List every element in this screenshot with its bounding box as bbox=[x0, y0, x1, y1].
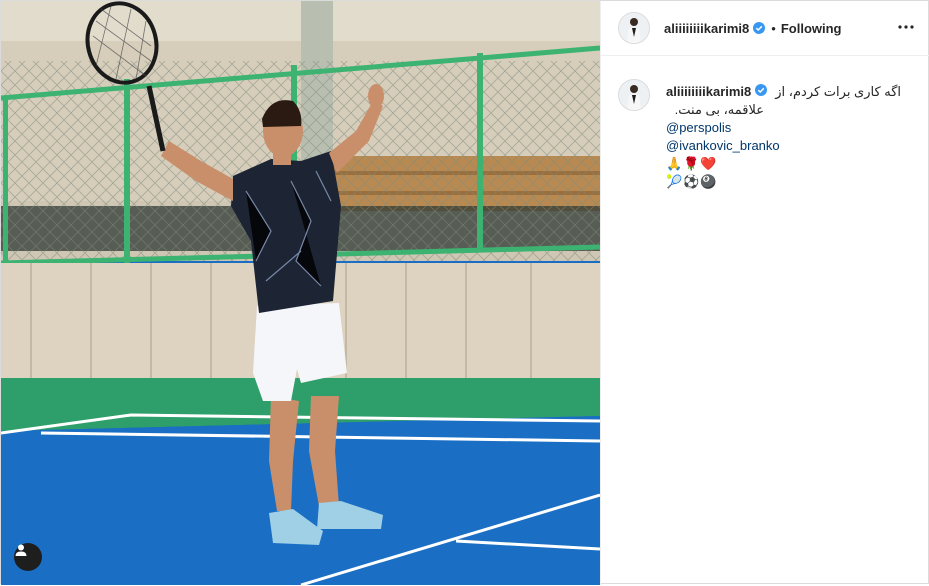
tag-user-icon bbox=[15, 544, 27, 556]
caption-text-line-1: اگه کاری برات کردم، از bbox=[775, 84, 902, 99]
post-image[interactable] bbox=[1, 1, 600, 585]
more-options-button[interactable] bbox=[894, 15, 918, 39]
profile-photo-icon bbox=[619, 80, 649, 110]
caption-emoji-line-1: 🙏🌹❤️ bbox=[666, 156, 718, 171]
separator-dot: • bbox=[771, 20, 776, 36]
caption-username-link[interactable]: aliiiiiiiikarimi8 bbox=[666, 83, 751, 101]
caption-avatar[interactable] bbox=[618, 79, 650, 111]
verified-badge-icon bbox=[753, 22, 766, 34]
mention-link-perspolis[interactable]: @perspolis bbox=[666, 119, 916, 137]
more-options-icon bbox=[898, 25, 914, 29]
profile-photo-icon bbox=[619, 13, 649, 43]
tennis-photo-illustration bbox=[1, 1, 600, 585]
avatar[interactable] bbox=[618, 12, 650, 44]
caption-emoji-line-2: 🎾⚽🎱 bbox=[666, 174, 718, 189]
post-details-panel: aliiiiiiiikarimi8 • Following aliiiiiiii… bbox=[600, 1, 929, 585]
verified-badge-icon bbox=[755, 84, 768, 96]
tag-user-button[interactable] bbox=[14, 543, 42, 571]
following-button[interactable]: Following bbox=[781, 21, 842, 36]
username-link[interactable]: aliiiiiiiikarimi8 bbox=[664, 21, 749, 36]
post-header: aliiiiiiiikarimi8 • Following bbox=[601, 1, 929, 56]
post-modal: aliiiiiiiikarimi8 • Following aliiiiiiii… bbox=[0, 0, 929, 585]
caption-text-line-2: علاقمه، بی منت. bbox=[674, 102, 764, 117]
caption-body: aliiiiiiiikarimi8 اگه کاری برات کردم، از… bbox=[666, 83, 916, 191]
mention-link-ivankovic-branko[interactable]: @ivankovic_branko bbox=[666, 137, 916, 155]
